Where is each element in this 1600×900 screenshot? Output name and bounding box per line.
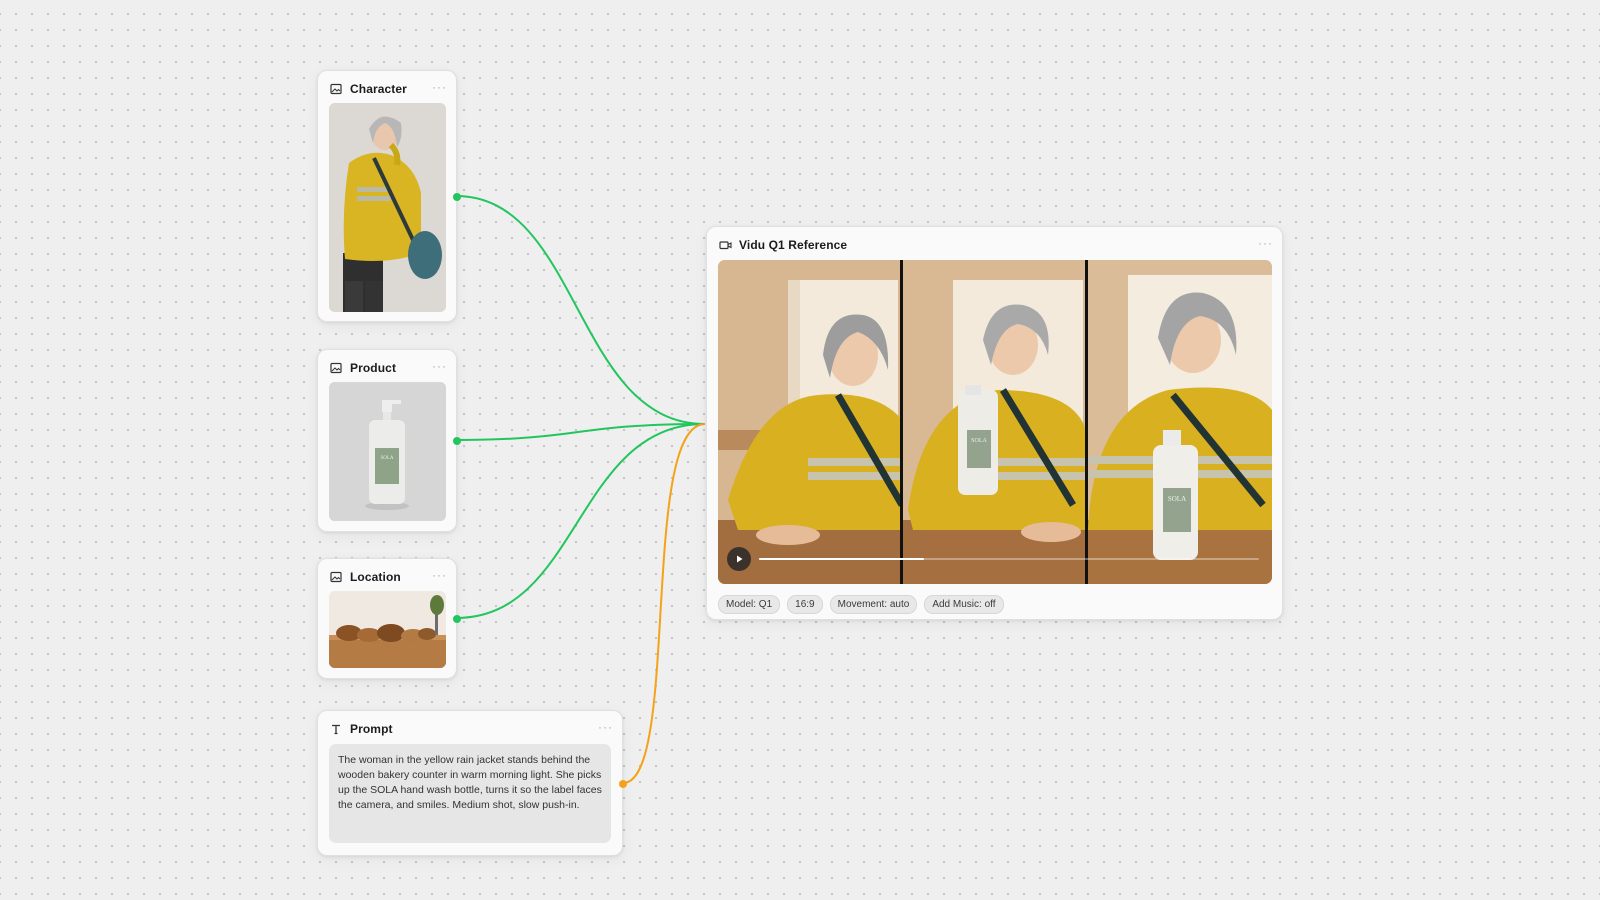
video-frame-1 [718, 260, 902, 584]
node-menu-button[interactable]: ··· [1258, 237, 1273, 252]
wire-product-to-video [455, 423, 706, 441]
video-frame-3: SOLA [1088, 260, 1272, 584]
product-image: SOLA [329, 382, 446, 521]
video-node-header[interactable]: Vidu Q1 Reference ··· [718, 236, 1273, 254]
image-icon [329, 570, 343, 584]
add-music-chip[interactable]: Add Music: off [924, 595, 1004, 614]
node-title: Vidu Q1 Reference [739, 238, 848, 252]
location-output-port[interactable] [453, 615, 461, 623]
character-output-port[interactable] [453, 193, 461, 201]
location-node-header[interactable]: Location ··· [329, 568, 447, 586]
node-title: Product [350, 361, 397, 375]
character-node-header[interactable]: Character ··· [329, 80, 447, 98]
video-camera-icon [718, 238, 732, 252]
product-output-port[interactable] [453, 437, 461, 445]
prompt-output-port[interactable] [619, 780, 627, 788]
location-image [329, 591, 446, 668]
prompt-text-area[interactable]: The woman in the yellow rain jacket stan… [329, 744, 611, 843]
prompt-node[interactable]: Prompt ··· The woman in the yellow rain … [317, 710, 627, 856]
prompt-node-header[interactable]: Prompt ··· [329, 720, 613, 738]
video-progress-bar[interactable] [759, 558, 1259, 560]
location-node[interactable]: Location ··· [317, 558, 461, 679]
node-menu-button[interactable]: ··· [598, 721, 613, 736]
bottle-label: SOLA [1168, 495, 1186, 503]
node-menu-button[interactable]: ··· [432, 81, 447, 96]
wire-location-to-video [455, 423, 706, 619]
node-title: Location [350, 570, 401, 584]
video-progress-fill [759, 558, 924, 560]
product-node[interactable]: Product ··· SOLA [317, 349, 461, 532]
video-node[interactable]: Vidu Q1 Reference ··· SOLA SOLA Model: Q… [706, 226, 1283, 620]
bottle-label: SOLA [971, 438, 987, 444]
wire-character-to-video [455, 195, 706, 425]
video-settings-chips: Model: Q1 16:9 Movement: auto Add Music:… [718, 595, 1004, 614]
product-node-header[interactable]: Product ··· [329, 359, 447, 377]
text-icon [329, 722, 343, 736]
character-image [329, 103, 446, 312]
play-icon [737, 555, 743, 563]
image-icon [329, 82, 343, 96]
aspect-ratio-chip[interactable]: 16:9 [787, 595, 823, 614]
wire-prompt-to-video [622, 423, 706, 784]
image-icon [329, 361, 343, 375]
node-menu-button[interactable]: ··· [432, 360, 447, 375]
character-node[interactable]: Character ··· [317, 70, 461, 322]
node-title: Character [350, 82, 407, 96]
movement-chip[interactable]: Movement: auto [829, 595, 918, 614]
video-preview[interactable]: SOLA SOLA [718, 260, 1272, 584]
node-menu-button[interactable]: ··· [432, 569, 447, 584]
bottle-label: SOLA [380, 456, 393, 461]
node-title: Prompt [350, 722, 393, 736]
video-frame-2: SOLA [903, 260, 1086, 584]
play-button[interactable] [727, 547, 751, 571]
model-chip[interactable]: Model: Q1 [718, 595, 781, 614]
